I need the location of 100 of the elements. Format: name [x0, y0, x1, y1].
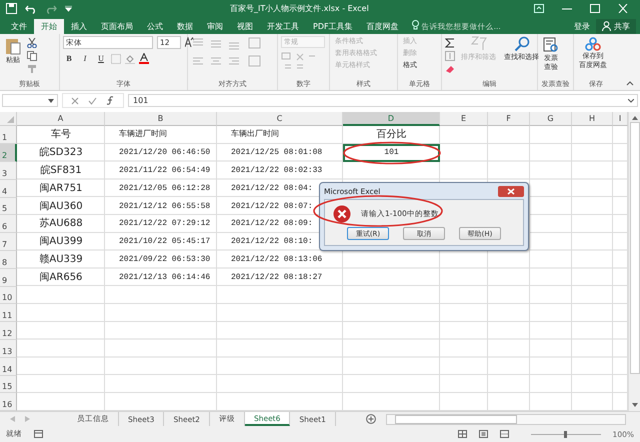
column-header[interactable]: E	[440, 112, 488, 126]
bold-button[interactable]: B	[63, 52, 75, 65]
ribbon-options-icon[interactable]	[534, 4, 544, 14]
number-format-icons-drawing	[281, 50, 317, 71]
horizontal-scrollbar[interactable]	[386, 414, 626, 425]
table-cell-text: 苏AU688	[38, 216, 84, 232]
collapse-ribbon-icon[interactable]	[626, 81, 634, 86]
scissors-icon[interactable]	[27, 38, 37, 48]
row-header[interactable]: 8	[0, 250, 17, 269]
normal-view-icon[interactable]	[458, 430, 467, 438]
row-header[interactable]: 3	[0, 162, 17, 180]
fill-color-icon[interactable]	[125, 54, 135, 64]
row-header[interactable]: 15	[0, 376, 17, 394]
table-cell: 2021/12/05 06:12:28	[119, 184, 210, 193]
ribbon-tab[interactable]: 视图	[230, 18, 260, 34]
table-cell: 101	[343, 144, 440, 162]
login-link[interactable]: 登录	[568, 18, 596, 34]
ribbon-tab[interactable]: 百度网盘	[360, 18, 406, 34]
scroll-down-icon[interactable]	[632, 403, 638, 408]
column-header[interactable]: C	[217, 112, 343, 126]
table-cell: 2021/12/13 06:14:46	[119, 272, 210, 282]
search-icon	[514, 36, 530, 52]
function-icon[interactable]	[106, 96, 115, 106]
vertical-scrollbar[interactable]	[628, 112, 640, 412]
cancel-icon[interactable]	[71, 96, 79, 105]
add-sheet-icon[interactable]	[366, 414, 376, 424]
row-header[interactable]: 9	[0, 268, 17, 287]
table-cell-text: 闽AR656	[38, 270, 84, 285]
slider-thumb[interactable]	[564, 430, 568, 438]
corner-triangle-icon	[7, 116, 14, 124]
row-header[interactable]: 4	[0, 180, 17, 198]
window-title: 百家号_IT小人物示例文件.xlsx - Excel	[230, 3, 369, 14]
cloud-icon	[585, 36, 601, 51]
row-header[interactable]: 12	[0, 322, 17, 340]
row-header[interactable]: 13	[0, 340, 17, 358]
ribbon-tab[interactable]: 页面布局	[94, 18, 140, 34]
underline-button[interactable]: U	[95, 52, 107, 65]
table-cell: 车辆出厂时间	[231, 130, 279, 140]
ribbon-tab[interactable]: 公式	[140, 18, 170, 34]
expand-icon[interactable]	[628, 98, 634, 103]
table-cell: 2021/09/22 06:53:30	[119, 254, 210, 264]
document-search-icon	[543, 36, 559, 53]
font-color-icon[interactable]	[139, 53, 149, 64]
scrollbar-thumb[interactable]	[395, 414, 517, 424]
row-header[interactable]: 5	[0, 198, 17, 216]
row-header[interactable]: 16	[0, 393, 17, 412]
dropdown-icon	[48, 98, 54, 103]
table-cell: 2021/12/22 08:02:33	[231, 166, 322, 175]
macro-record-icon[interactable]	[34, 430, 43, 438]
ribbon-tab[interactable]: 插入	[64, 18, 94, 34]
check-icon[interactable]	[88, 96, 97, 105]
clipboard-icon	[5, 36, 21, 55]
table-cell-text: 赣AU339	[38, 252, 84, 267]
eraser-icon[interactable]	[445, 64, 455, 74]
undo-icon[interactable]	[25, 4, 37, 14]
sum-icon[interactable]	[445, 38, 455, 48]
ribbon-tab[interactable]: 审阅	[200, 18, 230, 34]
column-header[interactable]: D	[343, 112, 440, 126]
table-cell: 2021/10/22 05:45:17	[119, 237, 210, 246]
row-header[interactable]: 10	[0, 286, 17, 304]
ribbon-tab[interactable]: 开发工具	[260, 18, 306, 34]
customize-icon[interactable]	[65, 6, 72, 12]
copy-icon[interactable]	[27, 50, 37, 61]
table-cell-text: 车号	[50, 128, 72, 142]
table-cell-text: 皖SF831	[39, 164, 83, 178]
row-header[interactable]: 2	[0, 144, 17, 162]
ribbon-tab[interactable]: PDF工具集	[306, 18, 360, 34]
page-layout-icon[interactable]	[478, 430, 488, 438]
row-header[interactable]: 7	[0, 233, 17, 251]
table-cell-text: 闽AU360	[38, 200, 84, 214]
table-cell: 2021/12/22 07:29:12	[119, 219, 210, 228]
table-cell: 2021/12/22 08:04:	[231, 184, 313, 193]
table-cell: 2021/12/22 08:18:27	[231, 272, 322, 282]
row-header[interactable]: 6	[0, 215, 17, 234]
column-header[interactable]: B	[105, 112, 217, 126]
column-header[interactable]: A	[17, 112, 105, 126]
table-cell-text: 闽AU399	[38, 235, 84, 250]
save-icon[interactable]	[6, 3, 17, 14]
column-header[interactable]: G	[530, 112, 572, 126]
row-header[interactable]: 11	[0, 304, 17, 322]
maximize-icon[interactable]	[590, 4, 600, 14]
column-header[interactable]: I	[613, 112, 628, 126]
lightbulb-icon	[412, 20, 419, 30]
share-button[interactable]: 共享	[596, 18, 636, 34]
column-header[interactable]: H	[572, 112, 613, 126]
ribbon-tab[interactable]: 文件	[4, 18, 34, 34]
column-header[interactable]: F	[488, 112, 530, 126]
close-icon[interactable]	[618, 4, 628, 14]
italic-button[interactable]: I	[79, 52, 91, 65]
ribbon-tab[interactable]: 开始	[34, 18, 64, 34]
error-icon	[333, 205, 351, 224]
grow-font-icon[interactable]	[185, 37, 194, 48]
page-break-icon[interactable]	[500, 430, 509, 438]
table-cell: 2021/12/22 08:10:	[231, 237, 313, 246]
row-header[interactable]: 1	[0, 126, 17, 144]
scrollbar-thumb[interactable]	[630, 122, 640, 374]
ribbon-tab[interactable]: 数据	[170, 18, 200, 34]
row-header[interactable]: 14	[0, 358, 17, 376]
formula-field[interactable]: 101	[128, 94, 638, 108]
close-icon[interactable]	[498, 186, 524, 197]
